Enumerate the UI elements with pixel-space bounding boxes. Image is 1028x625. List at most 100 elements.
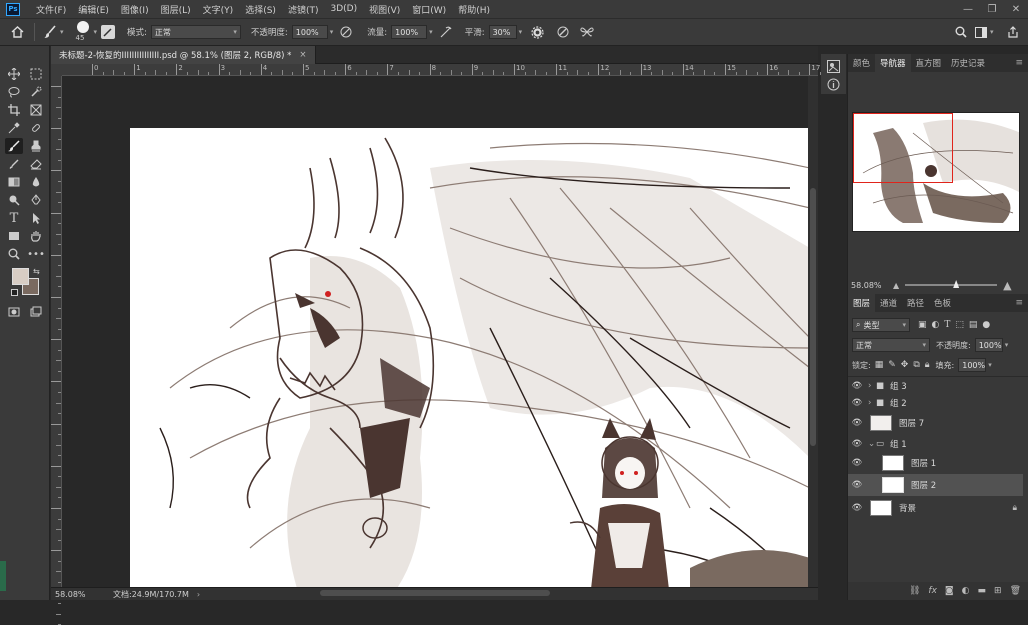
menu-image[interactable]: 图像(I) (115, 3, 155, 16)
navigator-preview[interactable] (852, 112, 1020, 232)
menu-layer[interactable]: 图层(L) (155, 3, 197, 16)
tab-color[interactable]: 颜色 (848, 54, 875, 72)
close-tab-icon[interactable]: × (299, 50, 306, 60)
opacity-caret-icon[interactable]: ▾ (330, 28, 334, 36)
layer-filter-select[interactable]: ⌕ 类型 ▾ (852, 318, 910, 332)
fx-icon[interactable]: fx (928, 586, 937, 596)
opacity-field[interactable]: 100% (291, 25, 328, 39)
tab-history[interactable]: 历史记录 (946, 54, 990, 72)
new-layer-icon[interactable]: ⊞ (994, 586, 1002, 596)
navigator-view-box[interactable] (853, 113, 953, 183)
filter-shape-icon[interactable]: ⬚ (955, 320, 964, 330)
quick-select-tool-icon[interactable] (27, 84, 45, 100)
flow-field[interactable]: 100% (391, 25, 428, 39)
chevron-right-icon[interactable]: › (868, 398, 876, 408)
new-group-icon[interactable]: ▬ (978, 586, 987, 596)
horizontal-scroll-thumb[interactable] (320, 590, 550, 596)
filter-toggle-icon[interactable]: ● (982, 320, 990, 330)
properties-panel-icon[interactable] (827, 60, 840, 73)
layer-row-background[interactable]: 👁︎ 背景 🔒︎ (848, 497, 1023, 519)
eye-icon[interactable]: 👁︎ (848, 439, 866, 449)
fill-field[interactable]: 100% (958, 358, 987, 372)
eye-icon[interactable]: 👁︎ (848, 458, 866, 468)
frame-tool-icon[interactable] (27, 102, 45, 118)
trash-icon[interactable]: 🗑︎ (1010, 586, 1021, 596)
fill-caret-icon[interactable]: ▾ (988, 361, 992, 369)
brush-size-picker[interactable]: 45 (74, 21, 94, 43)
history-brush-tool-icon[interactable] (5, 156, 23, 172)
crop-tool-icon[interactable] (5, 102, 23, 118)
foreground-color-swatch[interactable] (12, 268, 29, 285)
vertical-scroll-thumb[interactable] (810, 188, 816, 446)
status-arrow-icon[interactable]: › (197, 590, 200, 599)
more-tools-icon[interactable]: ••• (27, 246, 45, 262)
workspace-icon[interactable] (972, 23, 990, 41)
path-select-tool-icon[interactable] (27, 210, 45, 226)
quick-mask-icon[interactable] (5, 304, 23, 320)
filter-type-icon[interactable]: T (944, 320, 950, 330)
pressure-opacity-icon[interactable] (337, 23, 355, 41)
brush-size-caret-icon[interactable]: ▾ (94, 28, 98, 36)
tab-histogram[interactable]: 直方图 (911, 54, 947, 72)
navigator-zoom-thumb[interactable] (953, 280, 960, 288)
healing-brush-tool-icon[interactable] (27, 120, 45, 136)
clone-stamp-tool-icon[interactable] (27, 138, 45, 154)
blend-mode-select[interactable]: 正常 ▾ (852, 338, 930, 352)
adjustment-layer-icon[interactable]: ◐ (962, 586, 970, 596)
layer-opacity-field[interactable]: 100% (974, 338, 1003, 352)
minimize-icon[interactable]: — (956, 0, 980, 18)
zoom-out-mountain-icon[interactable]: ▲ (893, 281, 899, 290)
default-colors-icon[interactable] (11, 289, 18, 296)
chevron-right-icon[interactable]: › (868, 381, 876, 391)
layers-panel-menu-icon[interactable]: ≡ (1009, 294, 1028, 312)
tab-channels[interactable]: 通道 (875, 294, 902, 312)
home-icon[interactable] (8, 23, 26, 41)
document-tab[interactable]: 未标题-2-恢复的IIIIIIIIIIIIIII.psd @ 58.1% (图层… (51, 46, 316, 64)
document-canvas[interactable] (130, 128, 808, 587)
pressure-size-icon[interactable] (554, 23, 572, 41)
tab-swatches[interactable]: 色板 (929, 294, 956, 312)
menu-file[interactable]: 文件(F) (30, 3, 72, 16)
brush-tool-active-icon[interactable] (5, 138, 23, 154)
screen-mode-icon[interactable] (27, 304, 45, 320)
menu-type[interactable]: 文字(Y) (197, 3, 240, 16)
menu-select[interactable]: 选择(S) (239, 3, 282, 16)
menu-help[interactable]: 帮助(H) (452, 3, 496, 16)
type-tool-icon[interactable]: T (5, 210, 23, 226)
lock-pixels-icon[interactable]: ✎ (888, 360, 896, 370)
swap-colors-icon[interactable]: ⇆ (33, 267, 40, 276)
ruler-top[interactable]: 0 1 2 3 4 5 6 7 8 9 10 11 12 13 14 15 16 17 (62, 64, 843, 76)
chevron-down-icon[interactable]: ⌄ (868, 439, 876, 449)
eye-icon[interactable]: 👁︎ (848, 398, 866, 408)
airbrush-icon[interactable] (437, 23, 455, 41)
eye-icon[interactable]: 👁︎ (848, 418, 866, 428)
lock-transparent-icon[interactable]: ▦ (875, 360, 884, 370)
tab-layers[interactable]: 图层 (848, 294, 876, 312)
flow-caret-icon[interactable]: ▾ (429, 28, 433, 36)
eyedropper-tool-icon[interactable] (5, 120, 23, 136)
brush-settings-icon[interactable] (101, 25, 116, 39)
blur-tool-icon[interactable] (27, 174, 45, 190)
filter-pixel-icon[interactable]: ▣ (918, 320, 927, 330)
brush-tool-icon[interactable] (41, 23, 59, 41)
tab-paths[interactable]: 路径 (902, 294, 929, 312)
navigator-zoom-slider[interactable] (905, 280, 998, 288)
layer-row-layer-1[interactable]: 👁︎ 图层 1 (848, 452, 1023, 474)
restore-icon[interactable]: ❐ (980, 0, 1004, 18)
workspace-caret-icon[interactable]: ▾ (990, 28, 994, 36)
menu-window[interactable]: 窗口(W) (406, 3, 452, 16)
zoom-in-mountain-icon[interactable]: ▲ (1003, 279, 1011, 292)
gear-icon[interactable] (528, 23, 546, 41)
smoothing-field[interactable]: 30% (488, 25, 517, 39)
ruler-left[interactable] (51, 76, 62, 625)
marquee-tool-icon[interactable] (27, 66, 45, 82)
tab-navigator[interactable]: 导航器 (875, 54, 911, 72)
layer-row-group-1[interactable]: 👁︎ ⌄ ▭ 组 1 (848, 434, 1023, 454)
hand-tool-icon[interactable] (27, 228, 45, 244)
vertical-scrollbar[interactable] (808, 76, 818, 587)
link-layers-icon[interactable]: ⛓︎ (909, 586, 920, 596)
layer-opacity-caret-icon[interactable]: ▾ (1005, 341, 1009, 349)
search-icon[interactable] (952, 23, 970, 41)
canvas-area[interactable] (62, 76, 808, 587)
navigator-zoom-value[interactable]: 58.08% (851, 281, 885, 290)
